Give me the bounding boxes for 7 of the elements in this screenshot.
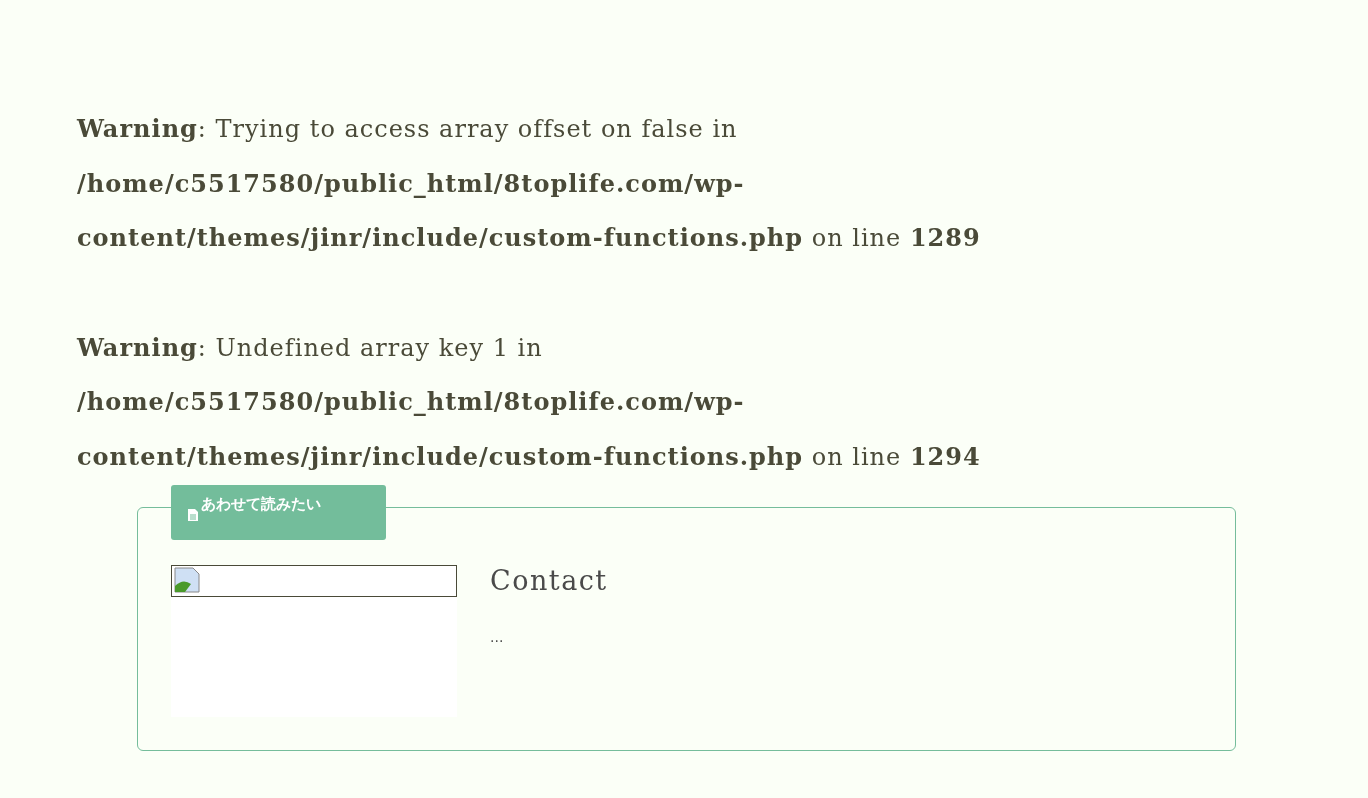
article-excerpt: ... bbox=[490, 628, 505, 648]
document-icon bbox=[188, 509, 198, 521]
warning-message: Warning: Trying to access array offset on false in /home/c5517580/public_html/8toplife.com/wp-content/themes/jinr/include/custom-functions.php on line 1289 bbox=[77, 113, 982, 254]
label-text: あわせて読みたい bbox=[201, 494, 321, 515]
warning-message: Warning: Undefined array key 1 in /home/c5517580/public_html/8toplife.com/wp-content/themes/jinr/include/custom-functions.php on line 1294 bbox=[77, 331, 982, 473]
article-title[interactable]: Contact bbox=[490, 565, 608, 598]
broken-image-icon bbox=[174, 567, 200, 593]
